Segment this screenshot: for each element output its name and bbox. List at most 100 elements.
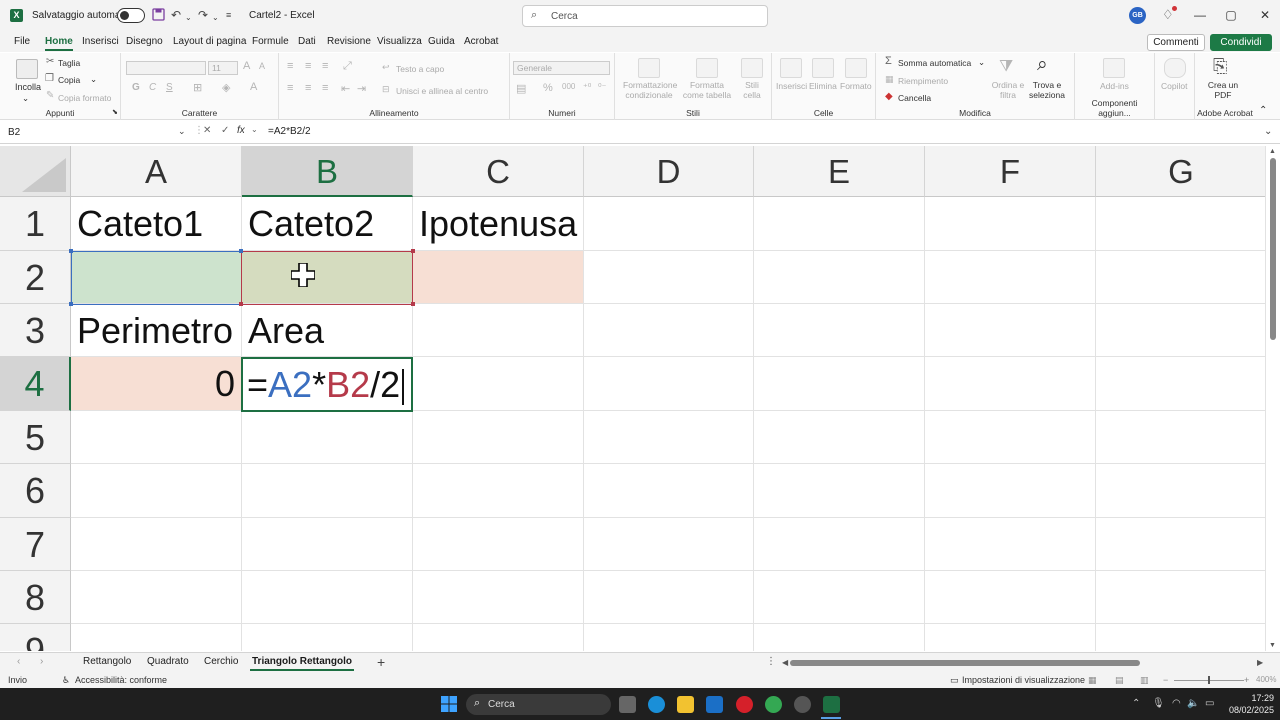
cell-f2[interactable] [925, 251, 1096, 304]
grow-font-icon[interactable]: A [243, 60, 250, 72]
cell-b9[interactable] [242, 624, 413, 651]
cell-e1[interactable] [754, 197, 925, 251]
ref-a-handle[interactable] [69, 302, 73, 306]
cell-b6[interactable] [242, 464, 413, 518]
row-header-7[interactable]: 7 [0, 518, 71, 571]
comments-button[interactable]: Commenti [1147, 34, 1205, 51]
ref-b-handle[interactable] [411, 249, 415, 253]
cell-c7[interactable] [413, 518, 584, 571]
accessibility-status[interactable]: Accessibilità: conforme [75, 675, 167, 685]
font-name-box[interactable] [126, 61, 206, 75]
cell-a4[interactable]: 0 [71, 357, 242, 411]
sheet-tab-triangolo-rettangolo[interactable]: Triangolo Rettangolo [250, 656, 354, 671]
minimize-icon[interactable]: — [1192, 8, 1208, 22]
column-header-c[interactable]: C [413, 146, 584, 197]
vertical-scroll-thumb[interactable] [1270, 158, 1276, 340]
font-size-box[interactable]: 11 [208, 61, 238, 75]
sheet-tab-quadrato[interactable]: Quadrato [147, 656, 189, 667]
avatar[interactable]: GB [1129, 7, 1146, 24]
add-sheet-icon[interactable]: + [377, 654, 385, 670]
delete-cells-icon[interactable] [812, 58, 834, 78]
bold-button[interactable]: G [132, 82, 140, 93]
scroll-up-icon[interactable]: ▲ [1269, 148, 1276, 155]
autosum-button[interactable]: Somma automatica [898, 58, 971, 68]
cell-f5[interactable] [925, 411, 1096, 464]
cell-b4-editor[interactable]: =A2*B2/2 [247, 363, 405, 407]
edge-icon[interactable] [648, 696, 665, 713]
cell-c8[interactable] [413, 571, 584, 624]
paste-icon[interactable] [16, 59, 38, 79]
ref-a-handle[interactable] [69, 249, 73, 253]
expand-formula-icon[interactable]: ⌄ [1264, 126, 1272, 137]
cell-d1[interactable] [584, 197, 754, 251]
zoom-out-icon[interactable]: − [1163, 675, 1168, 685]
format-as-table-icon[interactable] [696, 58, 718, 78]
cell-d6[interactable] [584, 464, 754, 518]
cell-styles-button[interactable]: Stili cella [737, 80, 767, 100]
underline-button[interactable]: S [166, 82, 173, 93]
row-header-4[interactable]: 4 [0, 357, 71, 411]
microphone-icon[interactable]: 🎙 [1152, 698, 1165, 709]
cell-b8[interactable] [242, 571, 413, 624]
column-header-g[interactable]: G [1096, 146, 1265, 197]
row-header-5[interactable]: 5 [0, 411, 71, 464]
ref-a-handle[interactable] [239, 249, 243, 253]
fx-dropdown-icon[interactable]: ⌄ [251, 125, 258, 134]
shrink-font-icon[interactable]: A [259, 61, 265, 71]
cell-c1[interactable]: Ipotenusa [413, 197, 584, 251]
task-view-icon[interactable] [619, 696, 636, 713]
cell-d5[interactable] [584, 411, 754, 464]
find-select-icon[interactable]: ⌕ [1037, 54, 1048, 76]
scroll-down-icon[interactable]: ▼ [1269, 642, 1276, 649]
cell-g6[interactable] [1096, 464, 1265, 518]
wifi-icon[interactable]: ◠ [1172, 698, 1181, 709]
cell-styles-icon[interactable] [741, 58, 763, 78]
vertical-scrollbar[interactable]: ▲ ▼ [1265, 146, 1280, 651]
zoom-slider-thumb[interactable] [1208, 676, 1210, 684]
delete-cells-button[interactable]: Elimina [809, 81, 837, 91]
cell-d8[interactable] [584, 571, 754, 624]
wrap-text-button[interactable]: Testo a capo [396, 64, 444, 74]
cell-a6[interactable] [71, 464, 242, 518]
cell-f1[interactable] [925, 197, 1096, 251]
sheet-tab-rettangolo[interactable]: Rettangolo [83, 656, 131, 667]
insert-cells-icon[interactable] [780, 58, 802, 78]
font-color-icon[interactable]: A [250, 81, 257, 93]
cell-b7[interactable] [242, 518, 413, 571]
cell-c5[interactable] [413, 411, 584, 464]
cell-a1[interactable]: Cateto1 [71, 197, 242, 251]
align-left-icon[interactable]: ≡ [287, 82, 293, 94]
select-all-button[interactable] [0, 146, 71, 197]
align-right-icon[interactable]: ≡ [322, 82, 328, 94]
orientation-icon[interactable]: ⤢ [343, 60, 352, 73]
app-icon[interactable] [794, 696, 811, 713]
horizontal-scroll-thumb[interactable] [790, 660, 1140, 666]
cell-e6[interactable] [754, 464, 925, 518]
copilot-icon[interactable] [1164, 58, 1186, 78]
page-break-view-icon[interactable]: ▥ [1140, 675, 1149, 686]
thousands-icon[interactable]: 000 [562, 82, 575, 91]
clear-button[interactable]: Cancella [898, 93, 931, 103]
excel-taskbar-icon[interactable] [823, 696, 840, 713]
column-header-f[interactable]: F [925, 146, 1096, 197]
cell-b1[interactable]: Cateto2 [242, 197, 413, 251]
align-bottom-icon[interactable]: ≡ [322, 60, 328, 72]
decrease-decimal-icon[interactable]: ⁰⁻ [598, 82, 606, 93]
confirm-entry-icon[interactable]: ✓ [221, 125, 229, 136]
cell-f4[interactable] [925, 357, 1096, 411]
row-header-6[interactable]: 6 [0, 464, 71, 518]
tabs-splitter-icon[interactable]: ⋮ [766, 656, 776, 667]
format-as-table-button[interactable]: Formatta come tabella [679, 80, 735, 100]
cell-g5[interactable] [1096, 411, 1265, 464]
sheet-tab-cerchio[interactable]: Cerchio [204, 656, 238, 667]
menu-file[interactable]: File [14, 36, 30, 47]
copy-dropdown-icon[interactable]: ⌄ [90, 74, 97, 85]
cell-e9[interactable] [754, 624, 925, 651]
cell-e2[interactable] [754, 251, 925, 304]
page-layout-view-icon[interactable]: ▤ [1115, 675, 1124, 686]
battery-icon[interactable]: ▭ [1205, 698, 1214, 709]
file-explorer-icon[interactable] [677, 696, 694, 713]
search-box[interactable]: ⌕ Cerca [522, 5, 768, 27]
fill-color-icon[interactable]: ◈ [222, 81, 230, 94]
cell-e3[interactable] [754, 304, 925, 357]
